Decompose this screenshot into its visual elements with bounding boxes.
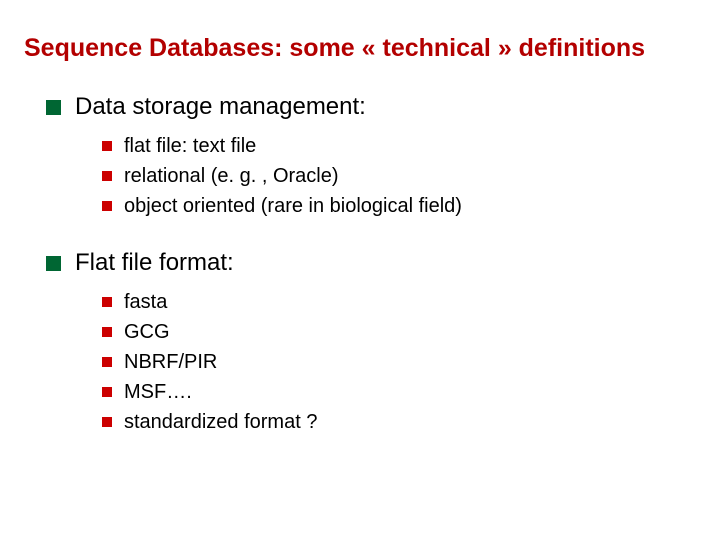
list-item: MSF…. (102, 377, 696, 407)
list-item: standardized format ? (102, 407, 696, 437)
list-item: GCG (102, 317, 696, 347)
item-text: flat file: text file (124, 131, 256, 161)
list-item: NBRF/PIR (102, 347, 696, 377)
item-list: fasta GCG NBRF/PIR MSF…. standardized fo… (102, 287, 696, 437)
bullet-icon (46, 100, 61, 115)
bullet-icon (102, 201, 112, 211)
bullet-icon (102, 327, 112, 337)
list-item: object oriented (rare in biological fiel… (102, 191, 696, 221)
section-flat-file: Flat file format: fasta GCG NBRF/PIR MSF… (46, 249, 696, 437)
slide-title: Sequence Databases: some « technical » d… (24, 34, 696, 63)
list-item: relational (e. g. , Oracle) (102, 161, 696, 191)
item-text: GCG (124, 317, 170, 347)
item-text: relational (e. g. , Oracle) (124, 161, 339, 191)
section-heading: Data storage management: (46, 93, 696, 121)
bullet-icon (102, 171, 112, 181)
item-text: standardized format ? (124, 407, 317, 437)
bullet-icon (102, 357, 112, 367)
item-list: flat file: text file relational (e. g. ,… (102, 131, 696, 221)
bullet-icon (102, 297, 112, 307)
item-text: object oriented (rare in biological fiel… (124, 191, 462, 221)
bullet-icon (102, 417, 112, 427)
bullet-icon (102, 141, 112, 151)
bullet-icon (46, 256, 61, 271)
section-heading: Flat file format: (46, 249, 696, 277)
list-item: fasta (102, 287, 696, 317)
list-item: flat file: text file (102, 131, 696, 161)
bullet-icon (102, 387, 112, 397)
item-text: fasta (124, 287, 167, 317)
section-heading-text: Data storage management: (75, 93, 366, 121)
item-text: NBRF/PIR (124, 347, 217, 377)
item-text: MSF…. (124, 377, 192, 407)
section-heading-text: Flat file format: (75, 249, 234, 277)
slide: Sequence Databases: some « technical » d… (0, 0, 720, 437)
section-data-storage: Data storage management: flat file: text… (46, 93, 696, 221)
